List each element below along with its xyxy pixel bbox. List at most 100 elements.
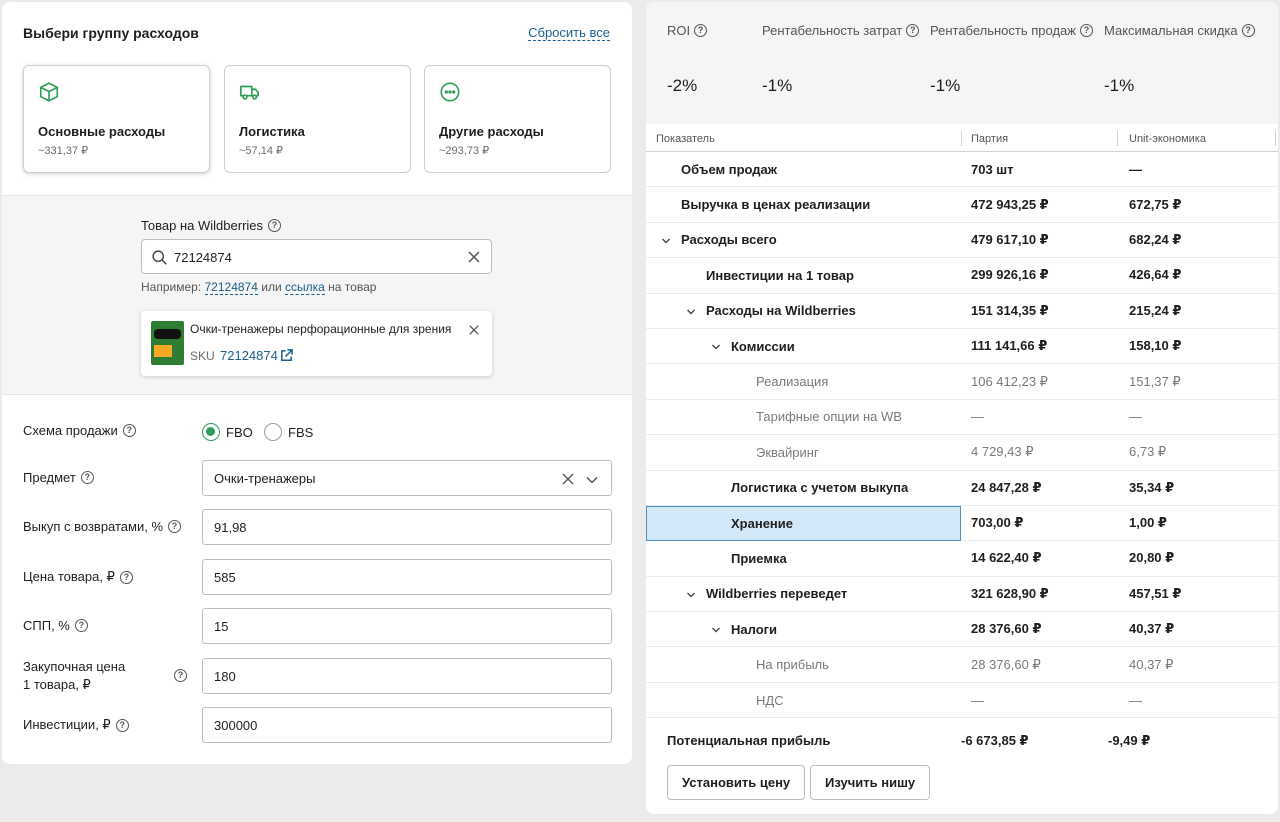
radio-fbs[interactable]: FBS [264,423,313,441]
row-batch-value: 299 926,16 ₽ [971,267,1049,283]
chevron-down-icon[interactable] [711,625,721,635]
investment-row: Инвестиции, ₽ ? [23,707,613,743]
subject-label: Предмет ? [23,470,94,485]
row-batch-value: 106 412,23 ₽ [971,373,1048,389]
row-name: Объем продаж [681,161,777,177]
row-name: Эквайринг [756,444,819,460]
expense-groups-section: Выбери группу расходов Сбросить все Осно… [2,2,632,195]
row-unit-value: 35,34 ₽ [1129,479,1175,495]
sku-link[interactable]: 72124874 [220,348,278,363]
row-name: Тарифные опции на WB [756,409,902,425]
chevron-down-icon[interactable] [686,307,696,317]
group-card-logistics[interactable]: Логистика ~57,14 ₽ [224,65,411,173]
metric-label-text: Максимальная скидка [1104,23,1238,38]
profit-row: Потенциальная прибыль -6 673,85 ₽ -9,49 … [646,722,1278,758]
group-sum: ~331,37 ₽ [38,145,89,157]
subject-value: Очки-тренажеры [214,471,316,486]
table-row: На прибыль 28 376,60 ₽ 40,37 ₽ [646,647,1278,683]
row-unit-value: 426,64 ₽ [1129,267,1182,283]
row-batch-value: 111 141,66 ₽ [971,338,1048,354]
row-batch-value: 472 943,25 ₽ [971,196,1049,212]
row-batch-value: 4 729,43 ₽ [971,444,1034,460]
example-or: или [261,280,282,294]
sale-scheme-row: Схема продажи ? FBO FBS [23,413,613,449]
chevron-down-icon[interactable] [686,590,696,600]
example-url-link[interactable]: ссылка [285,280,325,295]
help-icon[interactable]: ? [119,570,133,584]
subject-select[interactable]: Очки-тренажеры [202,460,612,496]
radio-fbo[interactable]: FBO [202,423,253,441]
groups-title: Выбери группу расходов [23,25,199,41]
product-label: Товар на Wildberries ? [141,218,282,233]
help-icon[interactable]: ? [268,219,282,232]
help-icon[interactable]: ? [1241,24,1255,37]
table-row[interactable]: Расходы всего 479 617,10 ₽ 682,24 ₽ [646,223,1278,259]
table-row: Эквайринг 4 729,43 ₽ 6,73 ₽ [646,435,1278,471]
help-icon[interactable]: ? [174,669,187,682]
example-sku-link[interactable]: 72124874 [204,280,258,295]
set-price-button[interactable]: Установить цену [667,765,806,800]
metric-label-text: ROI [667,23,691,38]
investment-label-text: Инвестиции, ₽ [23,717,111,732]
search-icon [152,250,167,265]
help-icon[interactable]: ? [168,520,182,533]
profit-batch: -6 673,85 ₽ [961,733,1029,748]
row-unit-value: 151,37 ₽ [1129,373,1181,389]
close-icon[interactable] [468,324,480,336]
row-name: Выручка в ценах реализации [681,197,871,213]
help-icon[interactable]: ? [906,24,920,37]
spp-label: СПП, % ? [23,618,88,633]
row-batch-value: — [971,692,984,708]
product-search-input[interactable] [174,247,464,267]
row-name: Логистика с учетом выкупа [731,480,909,496]
row-name: Реализация [756,374,829,390]
table-row: Хранение 703,00 ₽ 1,00 ₽ [646,505,1278,542]
external-link-icon[interactable] [279,348,294,363]
table-row[interactable]: Комиссии 111 141,66 ₽ 158,10 ₽ [646,329,1278,365]
metrics-bar: ROI? Рентабельность затрат? Рентабельнос… [646,2,1278,124]
chevron-down-icon[interactable] [711,342,721,352]
help-icon[interactable]: ? [115,718,129,732]
table-row: Реализация 106 412,23 ₽ 151,37 ₽ [646,364,1278,400]
subject-row: Предмет ? Очки-тренажеры [23,460,613,496]
buyout-label: Выкуп с возвратами, % ? [23,519,182,534]
purchase-price-input[interactable] [202,658,612,694]
reset-all-link[interactable]: Сбросить все [528,25,610,41]
group-name: Другие расходы [439,124,544,139]
help-icon[interactable]: ? [1079,24,1093,37]
clear-icon[interactable] [561,472,575,486]
metric-label-roi: ROI? [667,23,708,38]
row-batch-value: 151 314,35 ₽ [971,302,1049,318]
row-unit-value: — [1129,161,1142,177]
buyout-row: Выкуп с возвратами, % ? [23,509,613,545]
chevron-down-icon[interactable] [661,236,671,246]
price-label: Цена товара, ₽ ? [23,569,133,585]
help-icon[interactable]: ? [74,619,88,632]
example-hint: Например: 72124874 или ссылка на товар [141,280,376,295]
help-icon[interactable]: ? [694,24,708,37]
table-row[interactable]: Расходы на Wildberries 151 314,35 ₽ 215,24… [646,294,1278,329]
clear-icon[interactable] [467,250,481,264]
investment-input[interactable] [202,707,612,743]
row-unit-value: 215,24 ₽ [1129,302,1182,318]
header-unit: Unit-экономика [1129,133,1206,145]
buyout-input[interactable] [202,509,612,545]
study-niche-button[interactable]: Изучить нишу [810,765,931,800]
row-batch-value: 24 847,28 ₽ [971,479,1042,495]
truck-icon [240,85,260,100]
spp-input[interactable] [202,608,612,644]
price-input[interactable] [202,559,612,595]
table-body: Объем продаж 703 шт — Выручка в ценах реали… [646,152,1278,719]
chevron-down-icon[interactable] [585,473,599,487]
group-card-other[interactable]: Другие расходы ~293,73 ₽ [424,65,611,173]
help-icon[interactable]: ? [122,424,136,437]
row-batch-value: 14 622,40 ₽ [971,550,1042,566]
subject-label-text: Предмет [23,470,76,485]
table-row[interactable]: Wildberries переведет 321 628,90 ₽ 457,51 … [646,577,1278,613]
group-card-main[interactable]: Основные расходы ~331,37 ₽ [23,65,210,173]
table-row: Логистика с учетом выкупа 24 847,28 ₽ 35,3… [646,471,1278,506]
row-unit-value: — [1129,409,1142,425]
group-sum: ~293,73 ₽ [439,145,490,157]
table-row[interactable]: Налоги 28 376,60 ₽ 40,37 ₽ [646,612,1278,648]
help-icon[interactable]: ? [80,471,94,484]
